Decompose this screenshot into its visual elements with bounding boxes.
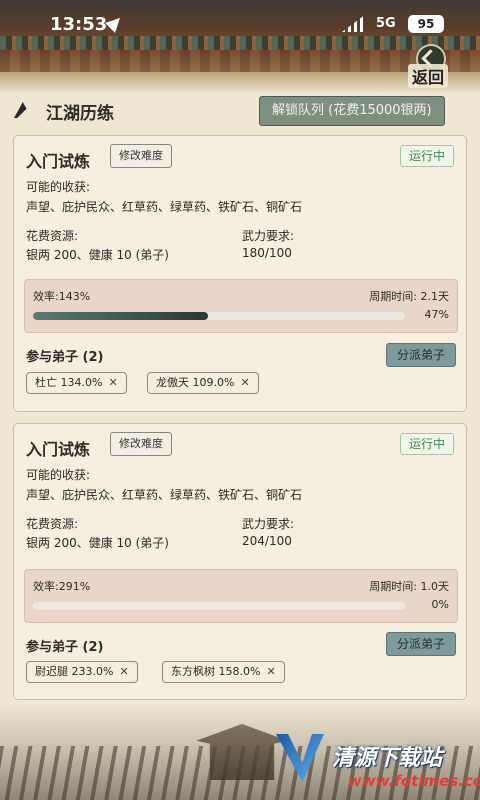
- progress-percent: 0%: [431, 598, 449, 611]
- cost-value: 银两 200、健康 10 (弟子): [26, 536, 169, 550]
- status-bar: 13:53 5G 95: [0, 0, 480, 40]
- possible-gains-label: 可能的收获:: [26, 180, 91, 194]
- back-button[interactable]: 返回: [402, 44, 460, 88]
- watermark-logo-icon: [276, 734, 324, 782]
- disciple-chip-label: 杜亡 134.0%: [35, 376, 103, 389]
- card-title: 入门试炼: [26, 152, 91, 171]
- disciple-chip[interactable]: 东方枫树 158.0% ✕: [162, 661, 285, 683]
- force-requirement-value: 180/100: [242, 246, 292, 260]
- force-requirement-label: 武力要求:: [242, 517, 295, 531]
- watermark-url: www.fotimes.com: [348, 772, 480, 790]
- efficiency-value: 效率:143%: [33, 290, 91, 303]
- efficiency-value: 效率:291%: [33, 580, 91, 593]
- close-icon[interactable]: ✕: [266, 665, 275, 678]
- page-title: 江湖历练: [46, 104, 114, 124]
- unlock-queue-button[interactable]: 解锁队列 (花费15000银两): [259, 96, 445, 126]
- possible-gains-value: 声望、庇护民众、红草药、绿草药、铁矿石、铜矿石: [26, 200, 303, 214]
- progress-bar: [33, 602, 405, 610]
- disciple-chip[interactable]: 尉迟腿 233.0% ✕: [26, 661, 138, 683]
- wifi-icon: [342, 14, 366, 32]
- mountain-icon: [14, 102, 36, 118]
- edit-difficulty-button[interactable]: 修改难度: [110, 144, 172, 168]
- header-row: 江湖历练 解锁队列 (花费15000银两): [14, 96, 470, 126]
- network-type: 5G: [376, 16, 396, 31]
- close-icon[interactable]: ✕: [240, 376, 249, 389]
- efficiency-panel: 效率:291% 周期时间: 1.0天 0%: [24, 569, 458, 623]
- disciple-chip[interactable]: 龙傲天 109.0% ✕: [147, 372, 259, 394]
- participants-label: 参与弟子 (2): [26, 640, 104, 655]
- participants-label: 参与弟子 (2): [26, 350, 104, 365]
- disciple-chip[interactable]: 杜亡 134.0% ✕: [26, 372, 127, 394]
- progress-fill: [33, 312, 208, 320]
- disciple-chip-label: 龙傲天 109.0%: [156, 376, 235, 389]
- status-time: 13:53: [50, 14, 108, 35]
- status-badge: 运行中: [399, 145, 454, 167]
- card-title: 入门试炼: [26, 440, 91, 459]
- possible-gains-label: 可能的收获:: [26, 468, 91, 482]
- location-arrow-icon: [105, 13, 125, 33]
- disciple-chip-label: 东方枫树 158.0%: [171, 665, 261, 678]
- edit-difficulty-button[interactable]: 修改难度: [110, 432, 172, 456]
- progress-bar: [33, 312, 405, 320]
- dispatch-disciples-button[interactable]: 分派弟子: [385, 632, 456, 656]
- watermark: 清源下载站 www.fotimes.com: [276, 734, 480, 794]
- status-badge: 运行中: [399, 433, 454, 455]
- cost-label: 花费资源:: [26, 517, 79, 531]
- battery-level: 95: [408, 15, 444, 33]
- cycle-time: 周期时间: 1.0天: [369, 580, 449, 593]
- force-requirement-label: 武力要求:: [242, 229, 295, 243]
- close-icon[interactable]: ✕: [108, 376, 117, 389]
- force-requirement-value: 204/100: [242, 534, 292, 548]
- watermark-title: 清源下载站: [332, 746, 443, 771]
- cost-label: 花费资源:: [26, 229, 79, 243]
- trial-card: 入门试炼 修改难度 运行中 可能的收获: 声望、庇护民众、红草药、绿草药、铁矿石…: [13, 423, 467, 700]
- cycle-time: 周期时间: 2.1天: [369, 290, 449, 303]
- efficiency-panel: 效率:143% 周期时间: 2.1天 47%: [24, 279, 458, 333]
- back-button-label: 返回: [408, 64, 449, 88]
- progress-percent: 47%: [424, 308, 449, 321]
- possible-gains-value: 声望、庇护民众、红草药、绿草药、铁矿石、铜矿石: [26, 488, 303, 502]
- disciple-chip-label: 尉迟腿 233.0%: [35, 665, 114, 678]
- trial-card: 入门试炼 修改难度 运行中 可能的收获: 声望、庇护民众、红草药、绿草药、铁矿石…: [13, 135, 467, 412]
- cost-value: 银两 200、健康 10 (弟子): [26, 248, 169, 262]
- dispatch-disciples-button[interactable]: 分派弟子: [385, 343, 456, 367]
- close-icon[interactable]: ✕: [119, 665, 128, 678]
